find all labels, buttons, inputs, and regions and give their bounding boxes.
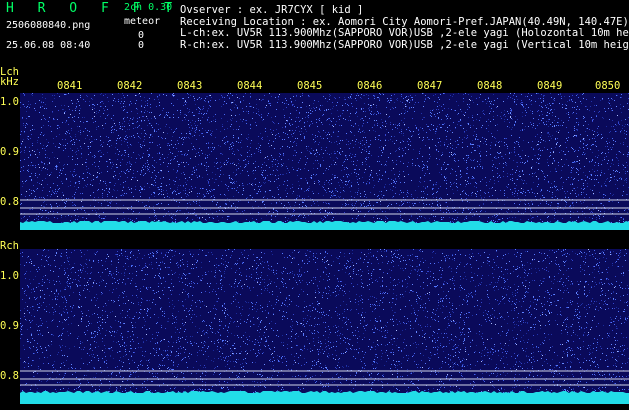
rch-spectrogram [20, 249, 629, 404]
datetime: 25.06.08 08:40 [6, 40, 91, 51]
lch-unit: kHz [0, 76, 19, 88]
meteor-label: meteor [124, 16, 161, 27]
time-tick-0843: 0843 [177, 80, 203, 92]
station-info: Ovserver : ex. JR7CYX [ kid ] Receiving … [180, 4, 629, 51]
rch-tick-0.8: 0.8 [0, 370, 19, 382]
rch-spectrogram-canvas [20, 249, 629, 404]
noise-floor-band [20, 224, 629, 230]
noise-floor-band [20, 394, 629, 404]
time-tick-0849: 0849 [537, 80, 563, 92]
rch-config-line: R-ch:ex. UV5R 113.900Mhz(SAPPORO VOR)USB… [180, 38, 629, 51]
lch-config-line: L-ch:ex. UV5R 113.900Mhz(SAPPORO VOR)USB… [180, 27, 629, 39]
spectrogram-background [20, 93, 629, 230]
channel-mode: 2ch 0.30 [124, 2, 173, 13]
lch-spectrogram [20, 93, 629, 230]
time-tick-0842: 0842 [117, 80, 143, 92]
time-tick-0848: 0848 [477, 80, 503, 92]
lch-tick-0.8: 0.8 [0, 196, 19, 208]
spectrogram-background [20, 249, 629, 404]
rch-label: Rch [0, 240, 19, 252]
file-name: 2506080840.png [6, 20, 91, 31]
observer-line: Ovserver : ex. JR7CYX [ kid ] [180, 4, 364, 16]
rch-tick-1.0: 1.0 [0, 270, 19, 282]
time-tick-0846: 0846 [357, 80, 383, 92]
time-tick-0841: 0841 [57, 80, 83, 92]
rch-count: 0 [138, 40, 145, 51]
lch-tick-0.9: 0.9 [0, 146, 19, 158]
time-tick-0845: 0845 [297, 80, 323, 92]
time-tick-0844: 0844 [237, 80, 263, 92]
time-tick-0847: 0847 [417, 80, 443, 92]
time-tick-0850: 0850 [595, 80, 621, 92]
lch-spectrogram-canvas [20, 93, 629, 230]
rch-tick-0.9: 0.9 [0, 320, 19, 332]
lch-tick-1.0: 1.0 [0, 96, 19, 108]
